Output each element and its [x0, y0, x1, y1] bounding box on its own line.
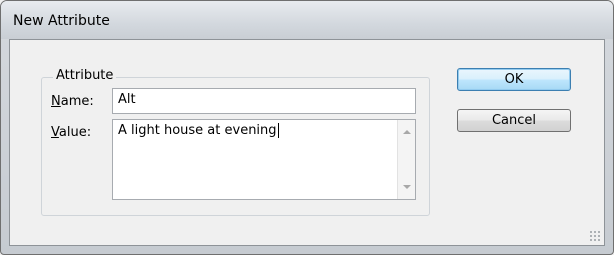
value-label-mnemonic: V	[51, 125, 59, 140]
value-scrollbar[interactable]	[397, 120, 415, 199]
ok-button[interactable]: OK	[457, 68, 571, 91]
window-title: New Attribute	[13, 13, 110, 29]
name-label: Name:	[51, 94, 94, 109]
name-label-text: ame:	[60, 94, 94, 109]
dialog-client-area: Attribute Name: Alt Value: A light house…	[9, 39, 605, 246]
text-caret	[277, 123, 279, 138]
title-bar[interactable]: New Attribute	[1, 1, 613, 39]
name-input[interactable]: Alt	[112, 88, 416, 114]
value-label-text: alue:	[58, 125, 92, 140]
attribute-groupbox: Attribute Name: Alt Value: A light house…	[41, 68, 430, 216]
new-attribute-dialog: New Attribute Attribute Name: Alt Value:…	[0, 0, 614, 255]
scroll-up-arrow-icon[interactable]	[403, 130, 411, 134]
resize-grip-icon[interactable]	[589, 230, 601, 242]
name-input-value: Alt	[118, 92, 136, 107]
name-label-mnemonic: N	[51, 94, 61, 109]
value-textarea-text: A light house at evening	[118, 123, 277, 138]
groupbox-legend: Attribute	[53, 68, 117, 83]
scroll-down-arrow-icon[interactable]	[403, 185, 411, 189]
value-label: Value:	[51, 125, 91, 140]
value-textarea[interactable]: A light house at evening	[112, 119, 416, 200]
cancel-button[interactable]: Cancel	[457, 109, 571, 132]
